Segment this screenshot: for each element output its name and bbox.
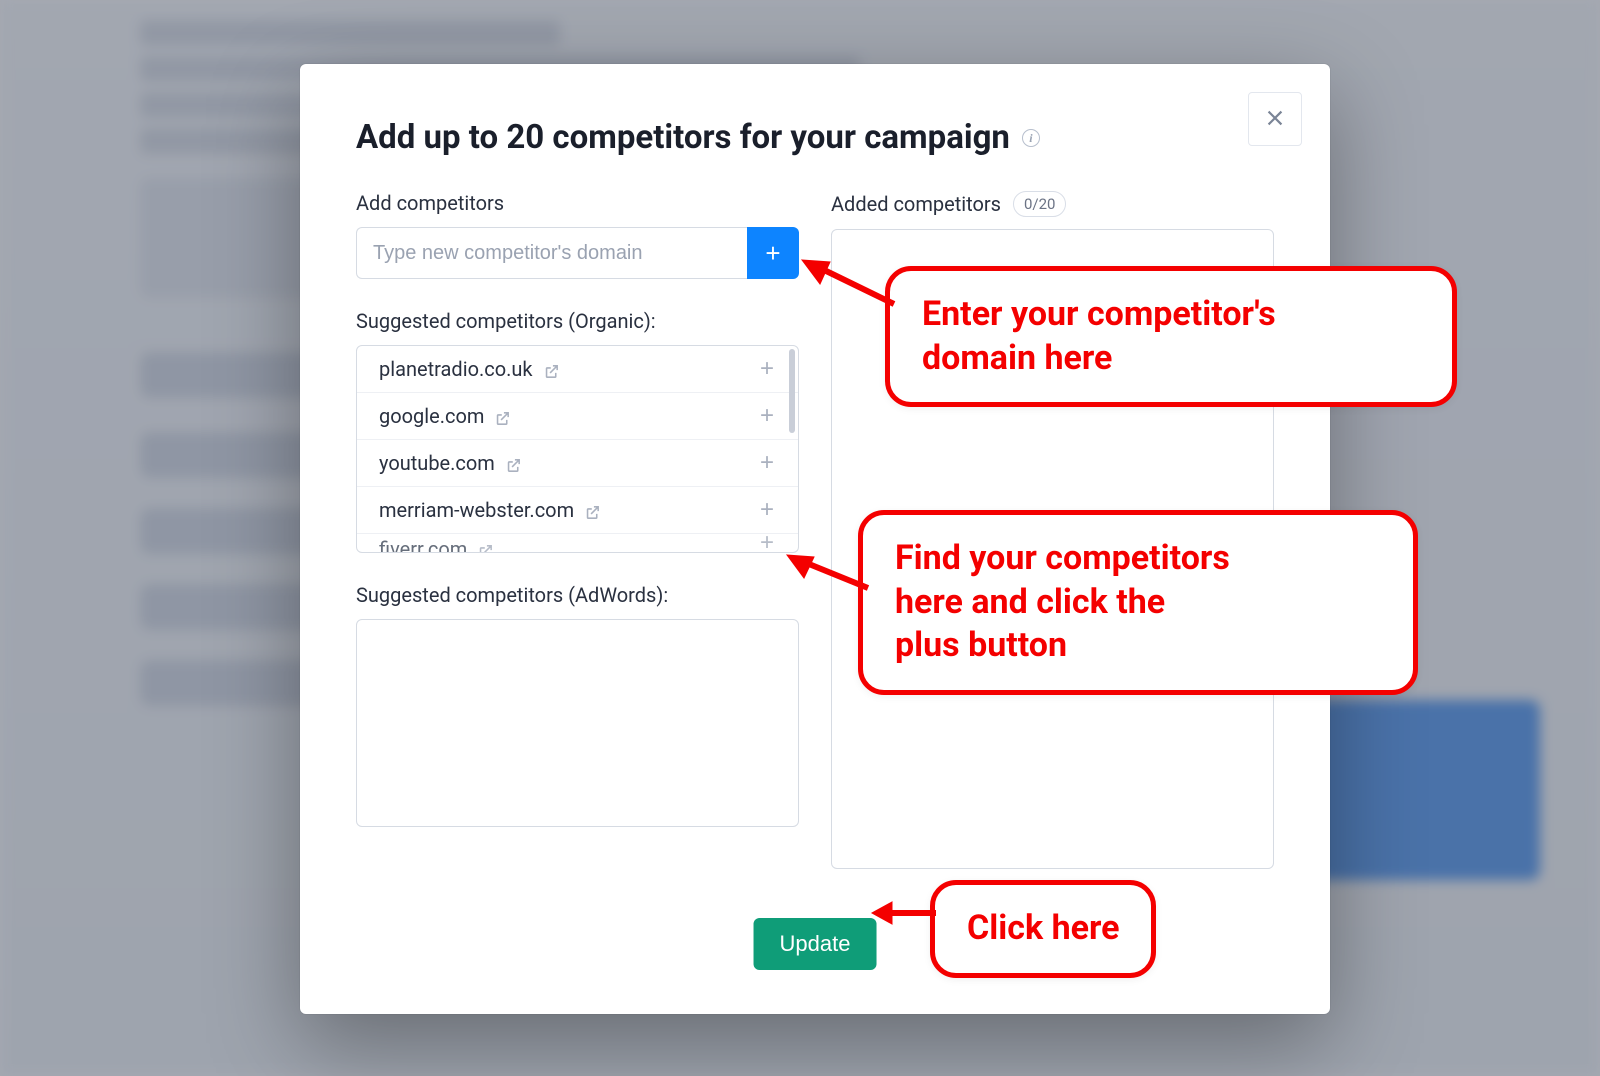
suggested-organic-list: planetradio.co.uk + google.com + [356, 345, 799, 553]
annotation-callout-2: Find your competitors here and click the… [858, 510, 1418, 695]
external-link-icon[interactable] [477, 541, 494, 554]
add-suggested-button[interactable]: + [754, 497, 780, 523]
competitor-domain: youtube.com [379, 451, 495, 475]
competitor-domain: fiverr.com [379, 537, 467, 553]
plus-icon: + [765, 238, 780, 269]
annotation-callout-1: Enter your competitor's domain here [885, 266, 1457, 407]
add-suggested-button[interactable]: + [754, 534, 780, 553]
update-button[interactable]: Update [754, 918, 877, 970]
annotation-arrow [784, 550, 872, 600]
suggested-adwords-list [356, 619, 799, 827]
add-suggested-button[interactable]: + [754, 356, 780, 382]
add-competitors-label: Add competitors [356, 191, 799, 215]
list-item[interactable]: merriam-webster.com + [357, 487, 798, 534]
scrollbar[interactable] [789, 349, 795, 433]
list-item[interactable]: youtube.com + [357, 440, 798, 487]
external-link-icon[interactable] [584, 502, 601, 519]
suggested-adwords-label: Suggested competitors (AdWords): [356, 583, 799, 607]
competitor-domain-input[interactable] [356, 227, 747, 279]
annotation-arrow [798, 254, 898, 314]
competitor-domain: planetradio.co.uk [379, 357, 533, 381]
info-icon[interactable]: i [1022, 129, 1040, 147]
close-button[interactable] [1248, 92, 1302, 146]
suggested-organic-label: Suggested competitors (Organic): [356, 309, 799, 333]
competitor-domain: google.com [379, 404, 484, 428]
external-link-icon[interactable] [505, 455, 522, 472]
list-item[interactable]: planetradio.co.uk + [357, 346, 798, 393]
add-suggested-button[interactable]: + [754, 403, 780, 429]
competitor-domain: merriam-webster.com [379, 498, 574, 522]
close-icon [1264, 107, 1286, 132]
add-suggested-button[interactable]: + [754, 450, 780, 476]
list-item[interactable]: fiverr.com + [357, 534, 798, 553]
annotation-arrow [870, 896, 940, 930]
list-item[interactable]: google.com + [357, 393, 798, 440]
add-competitor-button[interactable]: + [747, 227, 799, 279]
external-link-icon[interactable] [494, 408, 511, 425]
modal-title: Add up to 20 competitors for your campai… [356, 118, 1274, 157]
added-competitors-label: Added competitors 0/20 [831, 191, 1274, 217]
added-label-text: Added competitors [831, 192, 1001, 216]
external-link-icon[interactable] [543, 361, 560, 378]
modal-title-text: Add up to 20 competitors for your campai… [356, 118, 1010, 157]
annotation-callout-3: Click here [930, 880, 1156, 978]
competitor-input-row: + [356, 227, 799, 279]
added-count-chip: 0/20 [1013, 191, 1066, 217]
left-column: Add competitors + Suggested competitors … [356, 191, 799, 869]
